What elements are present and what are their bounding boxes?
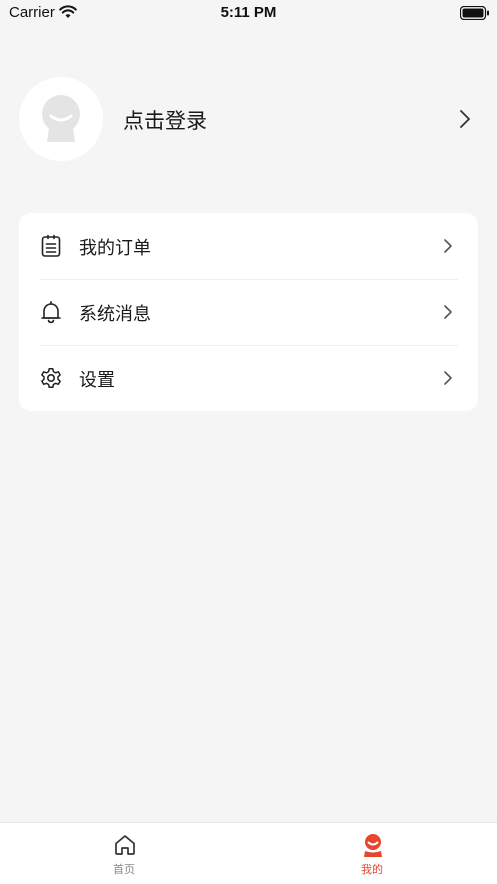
menu-item-label: 我的订单 <box>79 238 151 259</box>
user-icon <box>361 833 385 861</box>
order-list-icon <box>39 234 63 258</box>
menu-item-orders[interactable]: 我的订单 <box>19 213 478 279</box>
chevron-right-icon[interactable] <box>459 109 471 133</box>
clock: 5:11 PM <box>220 4 277 21</box>
tab-label: 我的 <box>361 863 383 876</box>
login-header[interactable]: 点击登录 <box>0 75 497 163</box>
menu-card: 我的订单 系统消息 设置 <box>19 213 478 411</box>
avatar-placeholder-icon <box>42 95 80 142</box>
battery-icon <box>459 5 490 24</box>
home-icon <box>113 833 137 861</box>
status-bar: Carrier 5:11 PM <box>0 0 497 26</box>
bell-icon <box>39 300 63 324</box>
gear-icon <box>39 366 63 390</box>
tab-home[interactable]: 首页 <box>0 823 248 884</box>
tab-bar: 首页 我的 <box>0 822 497 884</box>
login-label[interactable]: 点击登录 <box>123 105 207 135</box>
chevron-right-icon <box>443 370 453 390</box>
menu-item-label: 系统消息 <box>79 304 151 325</box>
tab-label: 首页 <box>113 863 135 876</box>
chevron-right-icon <box>443 304 453 324</box>
avatar[interactable] <box>19 77 103 161</box>
chevron-right-icon <box>443 238 453 258</box>
menu-item-settings[interactable]: 设置 <box>19 345 478 411</box>
tab-mine[interactable]: 我的 <box>248 823 496 884</box>
menu-item-label: 设置 <box>79 370 115 391</box>
menu-item-messages[interactable]: 系统消息 <box>19 279 478 345</box>
